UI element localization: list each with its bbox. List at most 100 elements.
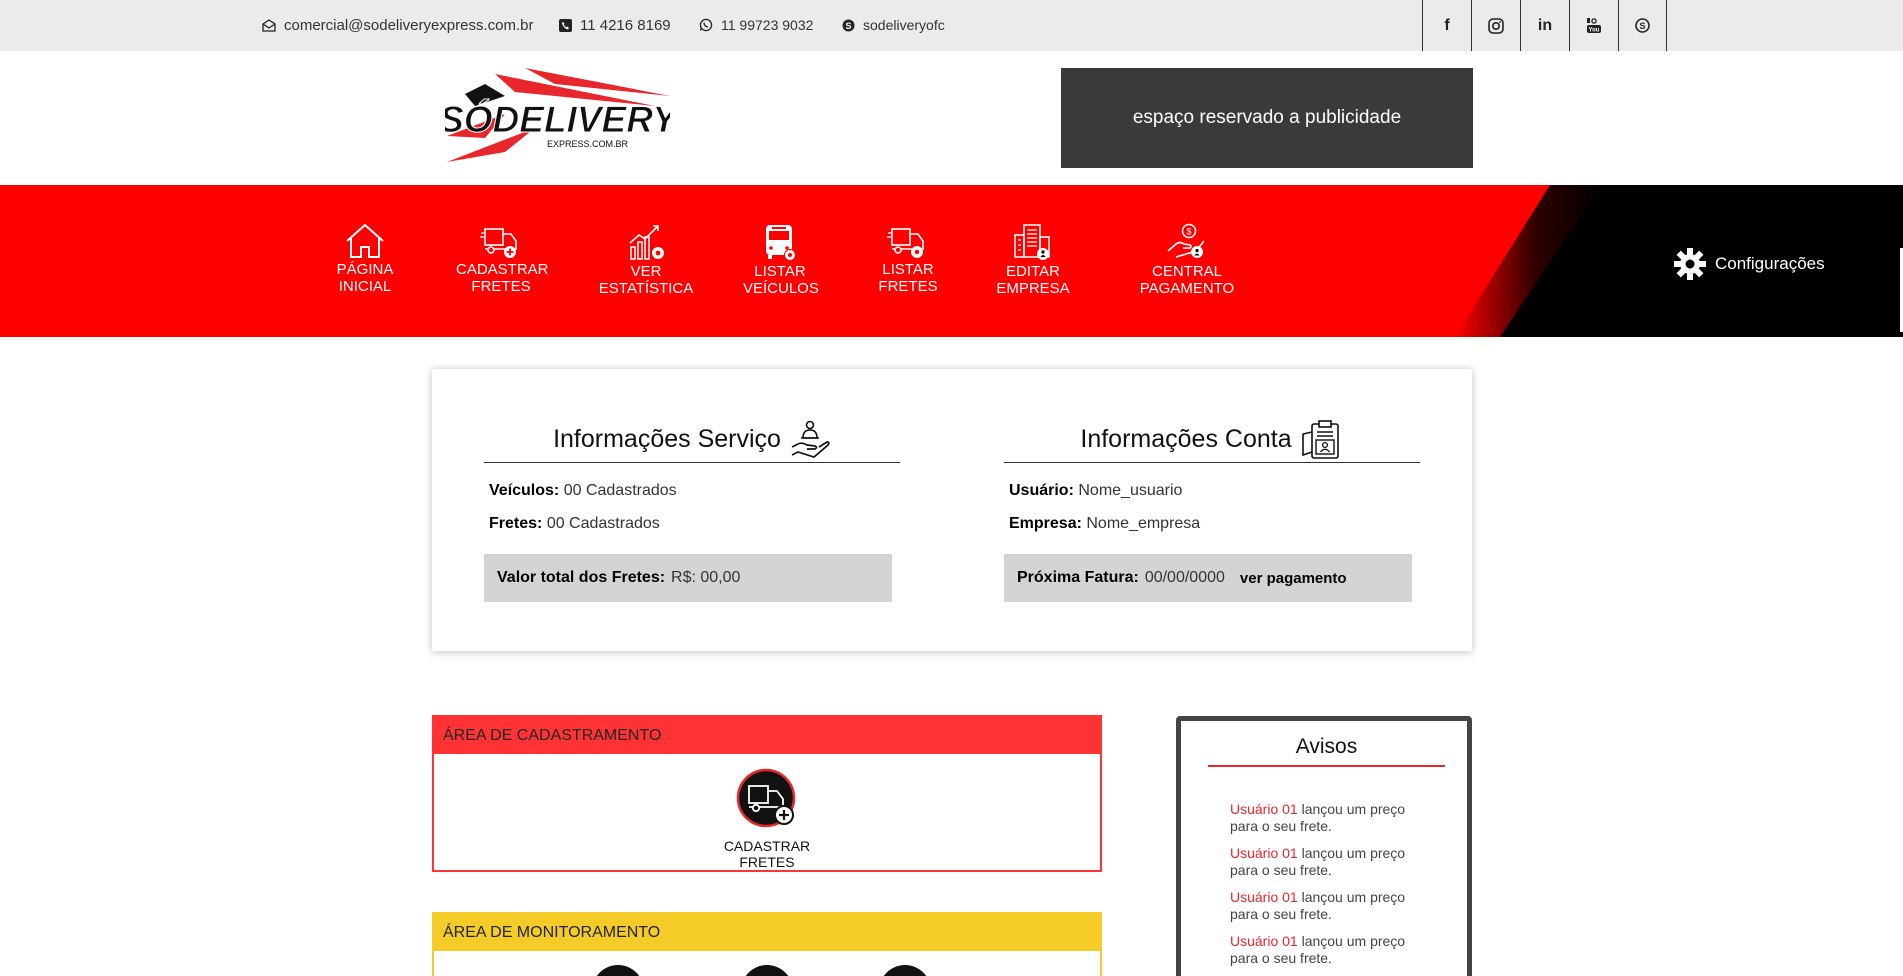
invoice-link[interactable]: ver pagamento xyxy=(1240,570,1347,587)
home-icon xyxy=(346,223,384,258)
linkedin-icon: in xyxy=(1537,16,1553,34)
instagram-link[interactable] xyxy=(1471,0,1520,51)
user-value: Nome_usuario xyxy=(1078,482,1183,499)
freights-total-box: Valor total dos Fretes: R$: 00,00 xyxy=(484,554,892,602)
whatsapp-icon xyxy=(699,18,713,32)
nav-cadastrar-line2: Fretes xyxy=(471,278,531,295)
youtube-icon: You xyxy=(1587,18,1601,34)
aviso-user[interactable]: Usuário 01 xyxy=(1230,801,1298,817)
service-info-title: Informações Serviço xyxy=(553,425,781,453)
service-info: Informações Serviço Veículos: 00 Cadastr… xyxy=(484,417,900,602)
nav-home[interactable]: Página Inicial xyxy=(333,223,397,295)
user-info: Usuário: Nome_usuario xyxy=(1009,482,1182,500)
nav-home-line2: Inicial xyxy=(338,278,392,295)
monitoramento-area-header: ÁREA DE MONITORAMENTO xyxy=(434,914,1100,951)
nav-pagamento-line1: Central xyxy=(1151,263,1222,280)
freights-label: Fretes: xyxy=(489,515,543,532)
top-bar: comercial@sodeliveryexpress.com.br 11 42… xyxy=(0,0,1903,51)
nav-estatistica-line2: Estatística xyxy=(598,280,694,297)
contact-whatsapp-text: 11 99723 9032 xyxy=(721,17,814,33)
freights-value: 00 Cadastrados xyxy=(546,515,660,532)
contact-skype[interactable]: S sodeliveryofc xyxy=(842,17,945,33)
facebook-link[interactable]: f xyxy=(1422,0,1471,51)
company-info: Empresa: Nome_empresa xyxy=(1009,515,1200,533)
freights-total-value: R$: 00,00 xyxy=(671,569,741,586)
nav-listar-fretes-line1: Listar xyxy=(882,261,934,278)
youtube-link[interactable]: You xyxy=(1569,0,1618,51)
aviso-user[interactable]: Usuário 01 xyxy=(1230,845,1298,861)
nav-listar-fretes[interactable]: Listar Fretes xyxy=(876,223,940,295)
svg-text:$: $ xyxy=(1186,227,1191,237)
truck-list-icon xyxy=(887,228,924,258)
monitor-item-3-icon[interactable] xyxy=(879,965,931,976)
nav-editar-empresa[interactable]: Editar Empresa xyxy=(995,223,1071,297)
skype-link[interactable]: S xyxy=(1618,0,1667,51)
nav-veiculos-line2: Veículos xyxy=(743,280,819,297)
account-info-header: Informações Conta xyxy=(1004,417,1420,463)
contact-phone-text: 11 4216 8169 xyxy=(580,17,671,34)
chart-icon xyxy=(629,225,664,260)
nav-listar-veiculos[interactable]: Listar Veículos xyxy=(743,223,819,297)
nav-listar-fretes-line2: Fretes xyxy=(878,278,938,295)
aviso-user[interactable]: Usuário 01 xyxy=(1230,889,1298,905)
contact-email[interactable]: comercial@sodeliveryexpress.com.br xyxy=(262,17,533,34)
svg-text:S: S xyxy=(1639,21,1645,31)
cadastrar-fretes-button[interactable]: CADASTRAR FRETES xyxy=(698,768,836,870)
contact-email-text: comercial@sodeliveryexpress.com.br xyxy=(284,17,534,34)
facebook-icon: f xyxy=(1444,16,1450,34)
monitoramento-area: ÁREA DE MONITORAMENTO xyxy=(432,912,1102,976)
hand-service-icon xyxy=(791,420,830,458)
freights-total-label: Valor total dos Fretes: xyxy=(497,569,666,586)
nav-empresa-line1: Editar xyxy=(1006,263,1060,280)
building-icon xyxy=(1014,224,1050,260)
invoice-label: Próxima Fatura: xyxy=(1017,569,1139,586)
cadastro-area: ÁREA DE CADASTRAMENTO CADASTRAR FRETES xyxy=(432,715,1102,872)
vehicles-count: Veículos: 00 Cadastrados xyxy=(489,482,677,500)
aviso-item[interactable]: Usuário 01 lançou um preço para o seu fr… xyxy=(1230,801,1430,835)
main-nav: Página Inicial Cadastrar Fretes Ver Esta… xyxy=(0,185,1903,337)
nav-estatistica-line1: Ver xyxy=(630,263,662,280)
monitoramento-area-title: ÁREA DE MONITORAMENTO xyxy=(443,923,661,941)
account-info-title: Informações Conta xyxy=(1080,425,1292,453)
vehicles-value: 00 Cadastrados xyxy=(563,482,677,499)
company-label: Empresa: xyxy=(1009,515,1082,532)
skype-icon: S xyxy=(842,19,855,31)
ad-banner[interactable]: espaço reservado a publicidade xyxy=(1061,68,1473,168)
company-value: Nome_empresa xyxy=(1086,515,1201,532)
site-logo[interactable]: SÓDELIVERY EXPRESS.COM.BR xyxy=(439,66,681,166)
contact-skype-text: sodeliveryofc xyxy=(863,17,945,33)
gear-icon xyxy=(1674,248,1706,280)
cadastro-area-header: ÁREA DE CADASTRAMENTO xyxy=(434,717,1100,754)
monitor-item-1-icon[interactable] xyxy=(592,965,644,976)
account-info: Informações Conta Usuário: Nome_usuario … xyxy=(1004,417,1420,602)
avisos-title: Avisos xyxy=(1208,735,1445,767)
aviso-item[interactable]: Usuário 01 lançou um preço para o seu fr… xyxy=(1230,933,1430,967)
freights-count: Fretes: 00 Cadastrados xyxy=(489,515,660,533)
nav-cadastrar-line1: Cadastrar xyxy=(456,261,549,278)
cadastro-area-title: ÁREA DE CADASTRAMENTO xyxy=(443,726,662,744)
aviso-item[interactable]: Usuário 01 lançou um preço para o seu fr… xyxy=(1230,845,1430,879)
contact-phone[interactable]: 11 4216 8169 xyxy=(559,17,671,34)
truck-add-icon xyxy=(480,228,517,258)
service-info-header: Informações Serviço xyxy=(484,417,900,463)
aviso-item[interactable]: Usuário 01 lançou um preço para o seu fr… xyxy=(1230,889,1430,923)
logo-subtext: EXPRESS.COM.BR xyxy=(547,139,629,149)
config-label: Configurações xyxy=(1715,254,1825,273)
nav-cadastrar-fretes[interactable]: Cadastrar Fretes xyxy=(456,223,549,295)
config-button[interactable]: Configurações xyxy=(1673,247,1825,281)
contact-whatsapp[interactable]: 11 99723 9032 xyxy=(699,17,813,33)
truck-add-circle-icon xyxy=(736,768,796,828)
info-card: Informações Serviço Veículos: 00 Cadastr… xyxy=(432,369,1472,651)
linkedin-link[interactable]: in xyxy=(1520,0,1569,51)
user-label: Usuário: xyxy=(1009,482,1074,499)
invoice-value: 00/00/0000 xyxy=(1144,569,1225,586)
nav-ver-estatistica[interactable]: Ver Estatística xyxy=(597,223,695,297)
cadastrar-fretes-label: CADASTRAR FRETES xyxy=(723,838,811,870)
aviso-user[interactable]: Usuário 01 xyxy=(1230,933,1298,949)
bus-icon xyxy=(766,225,796,261)
monitor-item-2-icon[interactable] xyxy=(741,965,793,976)
clipboard-icon xyxy=(1301,419,1339,459)
avisos-panel: Avisos Usuário 01 lançou um preço para o… xyxy=(1176,716,1472,976)
nav-central-pagamento[interactable]: $ Central Pagamento xyxy=(1139,223,1235,297)
nav-empresa-line2: Empresa xyxy=(996,280,1070,297)
